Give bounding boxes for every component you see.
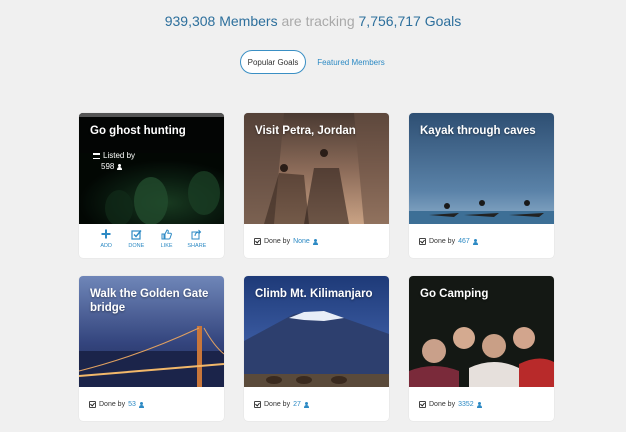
goals-label: Goals bbox=[424, 13, 462, 29]
done-by-label: Done by bbox=[264, 238, 291, 245]
user-icon bbox=[116, 163, 122, 170]
add-label: ADD bbox=[100, 243, 112, 249]
user-icon bbox=[477, 401, 483, 408]
share-label: SHARE bbox=[187, 243, 207, 249]
done-by-count[interactable]: 467 bbox=[458, 238, 470, 245]
goal-title[interactable]: Climb Mt. Kilimanjaro bbox=[255, 287, 381, 301]
done-by-count[interactable]: None bbox=[293, 238, 310, 245]
add-button[interactable]: ADD bbox=[95, 227, 117, 258]
done-by-label: Done by bbox=[429, 401, 456, 408]
done-by-label: Done by bbox=[99, 401, 126, 408]
image-scrollbar bbox=[79, 113, 224, 117]
user-icon bbox=[473, 238, 479, 245]
checkbox-icon bbox=[89, 401, 96, 408]
done-by: Done by 467 bbox=[419, 238, 479, 245]
listed-by-label: Listed by bbox=[103, 151, 136, 160]
goal-title[interactable]: Go ghost hunting bbox=[90, 124, 216, 138]
goal-card-camping[interactable]: Go Camping Done by 3352 bbox=[409, 276, 554, 421]
goal-tabs: Popular Goals Featured Members bbox=[0, 50, 626, 74]
goal-title[interactable]: Go Camping bbox=[420, 287, 546, 301]
goal-title[interactable]: Walk the Golden Gate bridge bbox=[90, 287, 216, 315]
checkbox-icon bbox=[131, 227, 142, 241]
done-by: Done by 3352 bbox=[419, 401, 483, 408]
goal-card-kayak[interactable]: Kayak through caves Done by 467 bbox=[409, 113, 554, 258]
checkbox-icon bbox=[419, 238, 426, 245]
done-button[interactable]: DONE bbox=[125, 227, 147, 258]
goal-title[interactable]: Visit Petra, Jordan bbox=[255, 124, 381, 138]
goal-card-petra[interactable]: Visit Petra, Jordan Done by None bbox=[244, 113, 389, 258]
checkbox-icon bbox=[254, 238, 261, 245]
goal-actions: ADD DONE LIKE SHARE bbox=[79, 224, 224, 258]
done-by-label: Done by bbox=[429, 238, 456, 245]
user-icon bbox=[139, 401, 145, 408]
share-icon bbox=[191, 227, 202, 241]
like-label: LIKE bbox=[160, 243, 173, 249]
checkbox-icon bbox=[419, 401, 426, 408]
goal-title[interactable]: Kayak through caves bbox=[420, 124, 546, 138]
plus-icon bbox=[101, 227, 111, 241]
goals-count: 7,756,717 bbox=[358, 13, 421, 29]
share-button[interactable]: SHARE bbox=[186, 227, 208, 258]
user-icon bbox=[313, 238, 319, 245]
like-button[interactable]: LIKE bbox=[156, 227, 178, 258]
stats-line: 939,308 Members are tracking 7,756,717 G… bbox=[0, 13, 626, 29]
thumbs-up-icon bbox=[161, 227, 173, 241]
done-by: Done by None bbox=[254, 238, 319, 245]
done-by-label: Done by bbox=[264, 401, 291, 408]
stats-connector: are tracking bbox=[281, 13, 355, 29]
members-label: Members bbox=[219, 13, 278, 29]
list-icon bbox=[93, 152, 100, 159]
listed-by: Listed by 598 bbox=[93, 150, 135, 172]
goal-card-golden-gate[interactable]: Walk the Golden Gate bridge Done by 53 bbox=[79, 276, 224, 421]
members-count: 939,308 bbox=[164, 13, 216, 29]
done-by-count[interactable]: 27 bbox=[293, 401, 301, 408]
goal-card-kilimanjaro[interactable]: Climb Mt. Kilimanjaro Done by 27 bbox=[244, 276, 389, 421]
done-by-count[interactable]: 3352 bbox=[458, 401, 474, 408]
tab-featured-members[interactable]: Featured Members bbox=[316, 58, 386, 67]
checkbox-icon bbox=[254, 401, 261, 408]
tab-popular-goals[interactable]: Popular Goals bbox=[240, 50, 306, 74]
done-by-count[interactable]: 53 bbox=[128, 401, 136, 408]
done-by: Done by 27 bbox=[254, 401, 310, 408]
goal-card-ghost-hunting[interactable]: Go ghost hunting Listed by 598 ADD DONE bbox=[79, 113, 224, 258]
done-label: DONE bbox=[128, 243, 145, 249]
done-by: Done by 53 bbox=[89, 401, 145, 408]
user-icon bbox=[304, 401, 310, 408]
listed-by-count[interactable]: 598 bbox=[101, 161, 114, 172]
